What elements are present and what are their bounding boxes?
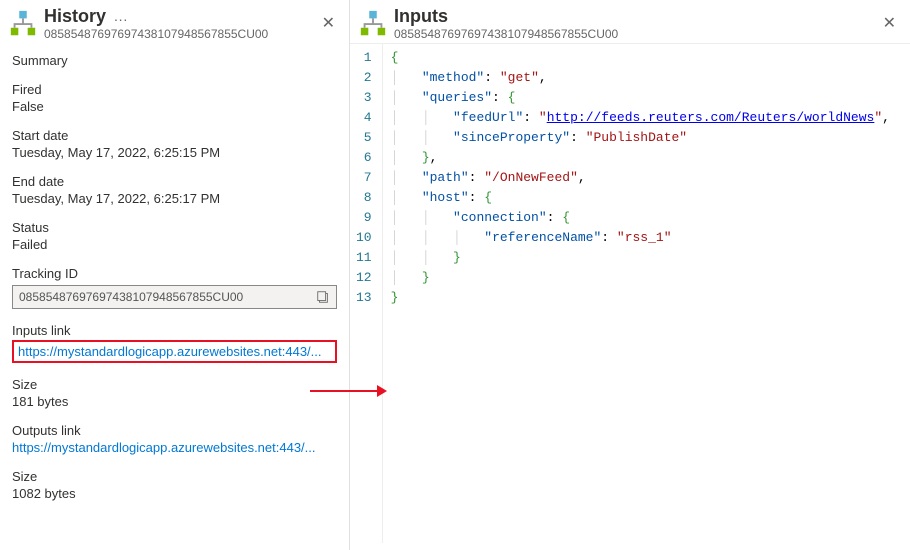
line-number: 4 [356, 108, 372, 128]
logic-app-icon [358, 9, 388, 39]
json-key: "sinceProperty" [453, 130, 570, 145]
json-string: "PublishDate" [586, 130, 687, 145]
inputs-link-label: Inputs link [12, 323, 337, 338]
line-number: 7 [356, 168, 372, 188]
tracking-id-value: 08585487697697438107948567855CU00 [19, 290, 316, 304]
history-subtitle: 08585487697697438107948567855CU00 [44, 27, 310, 41]
line-number: 1 [356, 48, 372, 68]
json-string: "/OnNewFeed" [484, 170, 578, 185]
history-more-icon[interactable]: ··· [114, 11, 128, 27]
inputs-size-label: Size [12, 377, 337, 392]
line-number: 13 [356, 288, 372, 308]
inputs-link[interactable]: https://mystandardlogicapp.azurewebsites… [18, 344, 331, 359]
outputs-link-label: Outputs link [12, 423, 337, 438]
line-number: 6 [356, 148, 372, 168]
line-number: 10 [356, 228, 372, 248]
outputs-link[interactable]: https://mystandardlogicapp.azurewebsites… [12, 440, 337, 455]
line-number-gutter: 1 2 3 4 5 6 7 8 9 10 11 12 13 [350, 44, 383, 543]
json-key: "referenceName" [484, 230, 601, 245]
copy-icon[interactable] [316, 290, 330, 304]
line-number: 5 [356, 128, 372, 148]
json-key: "path" [422, 170, 469, 185]
status-label: Status [12, 220, 337, 235]
line-number: 9 [356, 208, 372, 228]
inputs-close-button[interactable]: ✕ [877, 14, 902, 34]
json-key: "method" [422, 70, 484, 85]
json-key: "feedUrl" [453, 110, 523, 125]
outputs-size-label: Size [12, 469, 337, 484]
history-body: Summary Fired False Start date Tuesday, … [0, 43, 349, 550]
line-number: 11 [356, 248, 372, 268]
inputs-subtitle: 08585487697697438107948567855CU00 [394, 27, 871, 41]
outputs-size-value: 1082 bytes [12, 486, 337, 501]
inputs-title: Inputs [394, 6, 448, 27]
json-string: "get" [500, 70, 539, 85]
logic-app-icon [8, 9, 38, 39]
history-title: History [44, 6, 106, 27]
tracking-id-label: Tracking ID [12, 266, 337, 281]
feed-url-link[interactable]: http://feeds.reuters.com/Reuters/worldNe… [547, 110, 875, 125]
line-number: 12 [356, 268, 372, 288]
json-key: "host" [422, 190, 469, 205]
end-date-value: Tuesday, May 17, 2022, 6:25:17 PM [12, 191, 337, 206]
history-close-button[interactable]: ✕ [316, 14, 341, 34]
end-date-label: End date [12, 174, 337, 189]
json-code-editor[interactable]: 1 2 3 4 5 6 7 8 9 10 11 12 13 { │ "metho… [350, 43, 910, 543]
history-header: History ··· 0858548769769743810794856785… [0, 0, 349, 43]
code-content[interactable]: { │ "method": "get", │ "queries": { │ │ … [383, 44, 910, 543]
json-key: "queries" [422, 90, 492, 105]
start-date-label: Start date [12, 128, 337, 143]
fired-value: False [12, 99, 337, 114]
fired-label: Fired [12, 82, 337, 97]
inputs-header: Inputs 08585487697697438107948567855CU00… [350, 0, 910, 43]
history-panel: History ··· 0858548769769743810794856785… [0, 0, 350, 550]
line-number: 3 [356, 88, 372, 108]
start-date-value: Tuesday, May 17, 2022, 6:25:15 PM [12, 145, 337, 160]
status-value: Failed [12, 237, 337, 252]
json-key: "connection" [453, 210, 547, 225]
summary-heading: Summary [12, 53, 337, 68]
inputs-panel: Inputs 08585487697697438107948567855CU00… [350, 0, 910, 550]
inputs-size-value: 181 bytes [12, 394, 337, 409]
line-number: 8 [356, 188, 372, 208]
tracking-id-field: 08585487697697438107948567855CU00 [12, 285, 337, 309]
line-number: 2 [356, 68, 372, 88]
json-string: "rss_1" [617, 230, 672, 245]
